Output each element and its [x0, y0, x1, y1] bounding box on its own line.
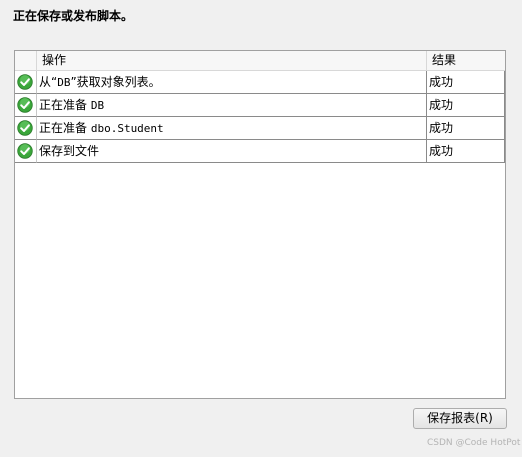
success-check-icon: [17, 143, 33, 159]
table-row[interactable]: 保存到文件 成功: [15, 140, 507, 163]
status-cell: [15, 140, 37, 163]
table-row[interactable]: 正在准备 dbo.Student 成功: [15, 117, 507, 140]
operation-text: 正在准备: [39, 121, 91, 135]
save-report-button[interactable]: 保存报表(R): [413, 408, 507, 429]
column-header-result[interactable]: 结果: [427, 51, 507, 70]
status-cell: [15, 117, 37, 140]
result-cell: 成功: [427, 140, 505, 163]
status-cell: [15, 71, 37, 94]
column-header-operation[interactable]: 操作: [37, 51, 427, 70]
operation-object: DB: [90, 99, 105, 112]
operation-cell: 正在准备 DB: [37, 94, 427, 117]
page-title: 正在保存或发布脚本。: [13, 9, 134, 23]
status-cell: [15, 94, 37, 117]
operation-text-suffix: ”获取对象列表。: [70, 75, 161, 89]
operation-object: DB: [57, 76, 71, 89]
operation-cell: 从“DB”获取对象列表。: [37, 71, 427, 94]
operation-text: 正在准备: [39, 98, 91, 112]
operation-cell: 正在准备 dbo.Student: [37, 117, 427, 140]
operation-text: 从“: [39, 75, 58, 89]
result-cell: 成功: [427, 94, 505, 117]
table-row[interactable]: 从“DB”获取对象列表。 成功: [15, 71, 507, 94]
operation-object: dbo.Student: [90, 122, 164, 135]
watermark: CSDN @Code HotPot: [427, 438, 521, 448]
result-cell: 成功: [427, 71, 505, 94]
operation-cell: 保存到文件: [37, 140, 427, 163]
result-cell: 成功: [427, 117, 505, 140]
grid-header: 操作 结果: [15, 51, 505, 71]
success-check-icon: [17, 120, 33, 136]
success-check-icon: [17, 97, 33, 113]
success-check-icon: [17, 74, 33, 90]
table-row[interactable]: 正在准备 DB 成功: [15, 94, 507, 117]
operation-text: 保存到文件: [39, 144, 100, 158]
column-header-status: [15, 51, 37, 70]
results-grid: 操作 结果 从“DB”获取对象列表。 成功 正在准备 DB 成功 正在准备 db…: [14, 50, 506, 399]
